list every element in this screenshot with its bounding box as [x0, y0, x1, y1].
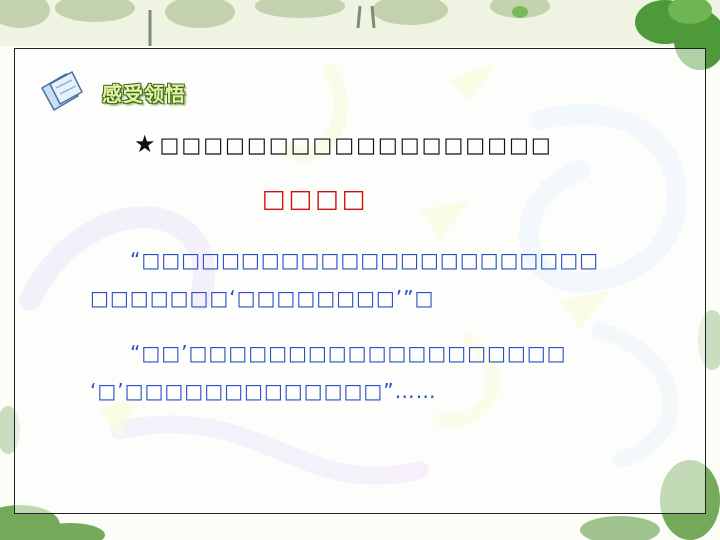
paragraph-1: “□□□□□□□□□□□□□□□□□□□□□□□ □□□□□□□‘□□□□□□□… — [90, 241, 599, 317]
paragraph-2: “□□’□□□□□□□□□□□□□□□□□□□ ‘□’□□□□□□□□□□□□□… — [90, 334, 567, 410]
paragraph-1-line-2: □□□□□□□‘□□□□□□□□’”□ — [90, 286, 435, 310]
paragraph-1-line-1: “□□□□□□□□□□□□□□□□□□□□□□□ — [130, 248, 599, 272]
prompt-text: □□□□□□□□□□□□□□□□□□ — [159, 133, 553, 157]
prompt-line: ★□□□□□□□□□□□□□□□□□□ — [134, 130, 553, 158]
paragraph-2-line-1: “□□’□□□□□□□□□□□□□□□□□□□ — [130, 341, 567, 365]
section-heading-label: 感受领悟 — [102, 82, 186, 106]
papers-icon — [40, 70, 83, 112]
paragraph-2-line-2: ‘□’□□□□□□□□□□□□□”…… — [90, 379, 437, 403]
section-heading: 感受领悟 — [36, 66, 236, 116]
answer-title: □□□□ — [262, 184, 369, 213]
star-icon: ★ — [134, 130, 158, 158]
